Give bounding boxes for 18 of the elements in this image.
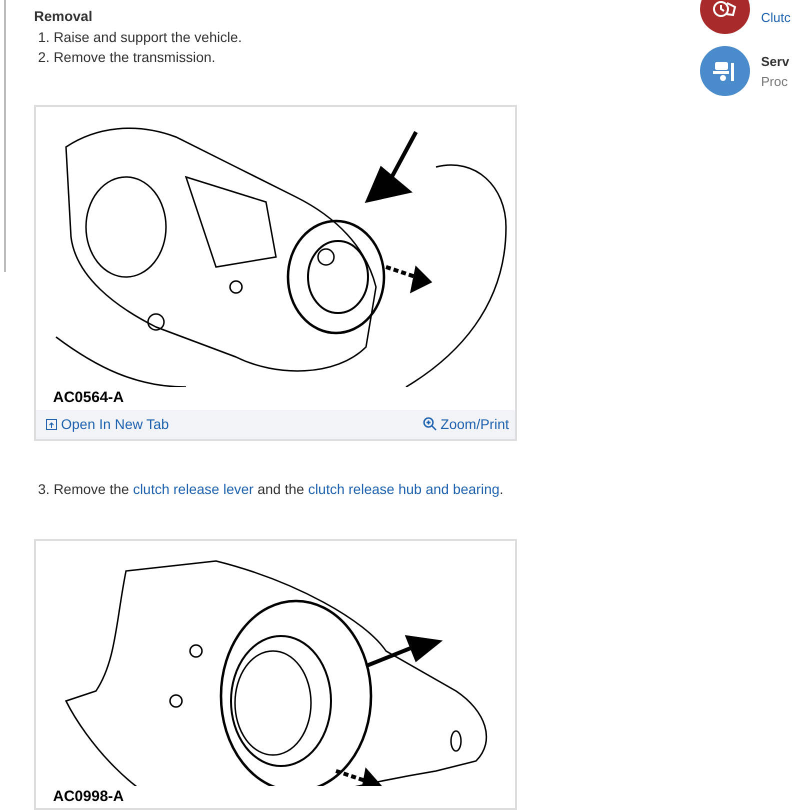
link-subtitle[interactable]: Clutc	[761, 8, 791, 28]
section-title: Removal	[34, 7, 94, 26]
link-subtitle: Proc	[761, 72, 789, 90]
step-text: 2. Remove the transmission.	[37, 48, 216, 67]
figure-caption: AC0564-A	[52, 388, 125, 408]
new-tab-icon	[46, 418, 57, 430]
step-text: 1. Raise and support the vehicle.	[37, 28, 243, 47]
link-icon-circle[interactable]	[700, 46, 750, 96]
step-link[interactable]: clutch release lever	[132, 480, 254, 496]
zoom-in-icon	[422, 417, 437, 431]
link-title: Serv	[761, 53, 790, 71]
zoom-print-link[interactable]: Zoom/Print	[422, 414, 509, 434]
step-text: 3. Remove the clutch release lever and the clutch release hub and bearing.	[37, 480, 504, 498]
step-link[interactable]: clutch release hub and bearing	[308, 480, 500, 496]
figure-caption: AC0998-A	[52, 786, 125, 806]
open-in-new-tab-link[interactable]: Open In New Tab	[46, 414, 169, 434]
clock-gear-icon	[712, 0, 738, 20]
car-lift-icon	[713, 59, 737, 83]
